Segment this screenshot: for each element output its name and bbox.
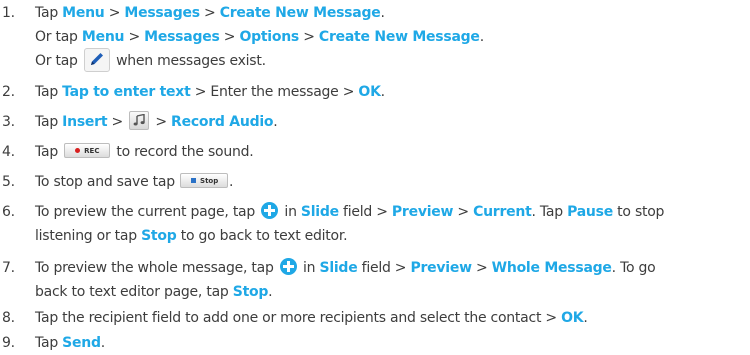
step-text: > <box>124 29 145 45</box>
step-text: Tap <box>35 335 63 351</box>
step-line: Tap Insert > > Record Audio. <box>35 110 278 134</box>
stop-button-label: Stop <box>200 176 219 185</box>
step-text: . <box>583 310 588 326</box>
tap-to-enter-text-term: Tap to enter text <box>62 84 191 100</box>
step-line: Or tap when messages exist. <box>35 48 266 73</box>
step-line: listening or tap Stop to go back to text… <box>35 224 348 248</box>
stop-square-icon <box>191 177 197 183</box>
step-text: > <box>107 114 128 130</box>
menu-term: Menu <box>62 5 105 21</box>
step-text: . <box>479 29 484 45</box>
step-line: Tap the recipient field to add one or mo… <box>35 306 588 330</box>
instruction-list: 1. Tap Menu > Messages > Create New Mess… <box>0 0 750 353</box>
step-line: Tap Menu > Messages > Create New Message… <box>35 1 385 25</box>
step-line: To preview the current page, tap in Slid… <box>35 200 664 224</box>
step-number: 1. <box>2 5 15 21</box>
messages-term: Messages <box>144 29 220 45</box>
step-text: to stop <box>612 204 665 220</box>
send-term: Send <box>62 335 101 351</box>
menu-term: Menu <box>81 29 125 45</box>
step-text: > <box>299 29 319 45</box>
step-text: to record the sound. <box>112 144 254 160</box>
step-text: Tap <box>35 144 63 160</box>
step-text: > <box>104 5 125 21</box>
step-text: . Tap <box>531 204 568 220</box>
record-dot-icon <box>75 147 81 153</box>
step-text: > <box>151 114 172 130</box>
step-text: > Enter the message > <box>190 84 359 100</box>
step-text: Or tap <box>35 53 82 69</box>
step-text: To stop and save tap <box>35 174 180 190</box>
step-text: when messages exist. <box>111 53 266 69</box>
rec-button[interactable]: REC <box>64 142 111 158</box>
step-text: listening or tap <box>35 228 142 244</box>
step-line: To stop and save tap Stop. <box>35 170 234 194</box>
step-text: To preview the current page, tap <box>35 204 260 220</box>
step-text: to go back to text editor. <box>176 228 348 244</box>
step-number: 3. <box>2 114 15 130</box>
step-text: . <box>273 114 278 130</box>
rec-button-label: REC <box>84 146 100 155</box>
step-text: Tap the recipient field to add one or mo… <box>35 310 562 326</box>
step-number: 9. <box>2 335 15 351</box>
step-number: 2. <box>2 84 15 100</box>
step-text: > <box>471 260 492 276</box>
ok-term: OK <box>358 84 381 100</box>
preview-term: Preview <box>391 204 454 220</box>
slide-term: Slide <box>319 260 358 276</box>
options-term: Options <box>239 29 300 45</box>
preview-term: Preview <box>410 260 473 276</box>
stop-term: Stop <box>141 228 177 244</box>
step-line: Tap REC to record the sound. <box>35 140 254 164</box>
step-text: Or tap <box>35 29 82 45</box>
step-line: Tap Tap to enter text > Enter the messag… <box>35 80 385 104</box>
step-number: 8. <box>2 310 15 326</box>
step-line: Or tap Menu > Messages > Options > Creat… <box>35 25 484 49</box>
step-text: field > <box>338 204 392 220</box>
pause-term: Pause <box>567 204 613 220</box>
step-text: > <box>219 29 240 45</box>
create-new-message-term: Create New Message <box>219 5 381 21</box>
whole-message-term: Whole Message <box>491 260 612 276</box>
stop-button[interactable]: Stop <box>180 172 229 188</box>
step-text: . <box>268 284 273 300</box>
step-line: Tap Send. <box>35 331 105 355</box>
step-text: . <box>100 335 105 351</box>
step-text: back to text editor page, tap <box>35 284 233 300</box>
record-audio-term: Record Audio <box>171 114 274 130</box>
step-number: 5. <box>2 174 15 190</box>
messages-term: Messages <box>124 5 200 21</box>
step-text: Tap <box>35 5 63 21</box>
step-text: > <box>453 204 474 220</box>
current-term: Current <box>473 204 532 220</box>
slide-term: Slide <box>300 204 339 220</box>
step-text: Tap <box>35 114 63 130</box>
step-text: . <box>380 5 385 21</box>
step-line: To preview the whole message, tap in Sli… <box>35 256 656 280</box>
step-text: in <box>298 260 320 276</box>
step-number: 7. <box>2 260 15 276</box>
music-note-icon[interactable] <box>129 110 150 130</box>
plus-circle-icon[interactable] <box>279 257 297 275</box>
step-text: To preview the whole message, tap <box>35 260 278 276</box>
pencil-icon[interactable] <box>83 48 110 72</box>
step-text: Tap <box>35 84 63 100</box>
step-text: in <box>280 204 301 220</box>
step-line: back to text editor page, tap Stop. <box>35 280 273 304</box>
plus-circle-icon[interactable] <box>261 201 279 219</box>
step-text: field > <box>357 260 411 276</box>
step-text: > <box>199 5 220 21</box>
step-text: . To go <box>611 260 656 276</box>
step-number: 4. <box>2 144 15 160</box>
stop-term: Stop <box>232 284 269 300</box>
step-number: 6. <box>2 204 15 220</box>
insert-term: Insert <box>62 114 108 130</box>
create-new-message-term: Create New Message <box>318 29 480 45</box>
step-text: . <box>380 84 385 100</box>
ok-term: OK <box>561 310 584 326</box>
step-text: . <box>229 174 234 190</box>
